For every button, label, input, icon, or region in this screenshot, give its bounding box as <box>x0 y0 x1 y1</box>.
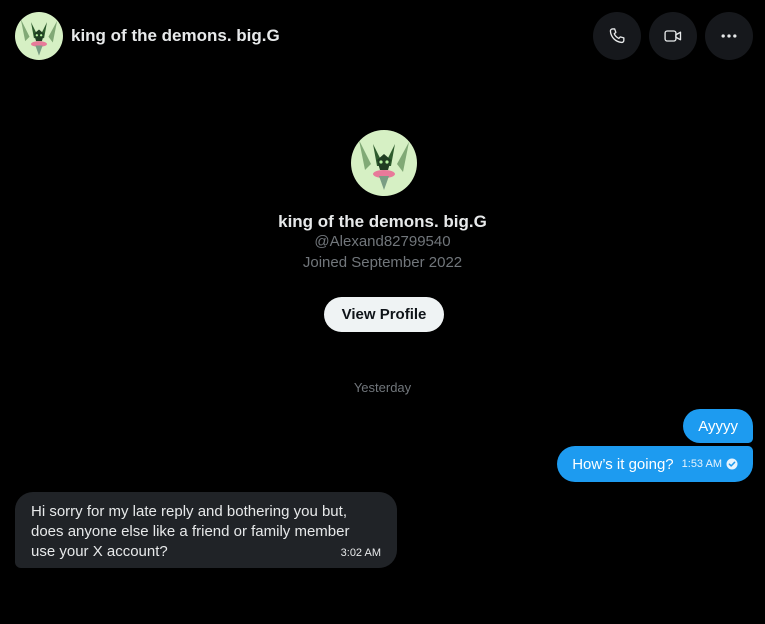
message-text: Hi sorry for my late reply and bothering… <box>31 503 350 560</box>
video-camera-icon <box>664 30 682 42</box>
more-dots-icon <box>721 34 737 38</box>
seen-check-icon <box>726 458 738 470</box>
avatar-image <box>351 130 417 196</box>
phone-icon <box>609 28 625 44</box>
date-separator: Yesterday <box>353 380 412 395</box>
more-options-button[interactable] <box>705 12 753 60</box>
profile-name: king of the demons. big.G <box>278 212 487 231</box>
message-bubble-outgoing[interactable]: Ayyyy <box>683 409 753 443</box>
profile-handle: @Alexand82799540 <box>314 233 451 250</box>
conversation-title[interactable]: king of the demons. big.G <box>71 26 280 46</box>
message-bubble-outgoing[interactable]: How’s it going? 1:53 AM <box>557 446 753 482</box>
avatar[interactable] <box>15 12 63 60</box>
profile-joined-date: Joined September 2022 <box>302 254 463 271</box>
message-text: How’s it going? <box>572 455 674 473</box>
video-call-button[interactable] <box>649 12 697 60</box>
message-time: 1:53 AM <box>681 458 722 470</box>
profile-avatar[interactable] <box>351 130 417 196</box>
message-bubble-incoming[interactable]: Hi sorry for my late reply and bothering… <box>15 492 397 568</box>
message-timestamp: 3:02 AM <box>340 547 381 559</box>
message-timestamp: 1:53 AM <box>682 458 738 470</box>
message-text: Ayyyy <box>698 417 738 435</box>
avatar-image <box>15 12 63 60</box>
call-button[interactable] <box>593 12 641 60</box>
conversation-header: king of the demons. big.G <box>0 0 765 72</box>
view-profile-button[interactable]: View Profile <box>324 297 444 332</box>
